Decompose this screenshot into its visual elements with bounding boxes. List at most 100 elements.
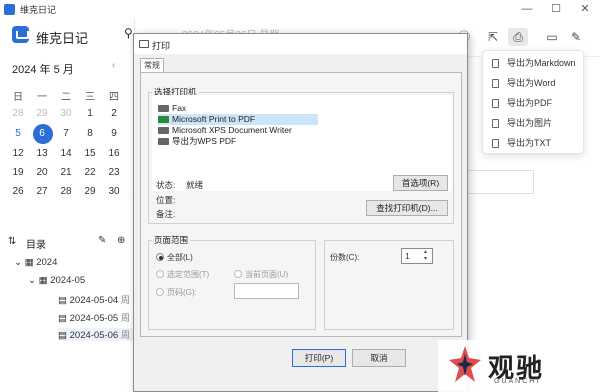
tree-file[interactable]: ▤ 2024-05-04 周 bbox=[58, 293, 130, 306]
cancel-button[interactable]: 取消 bbox=[352, 349, 406, 367]
copies-spinner-icon[interactable]: ▴ ▾ bbox=[424, 249, 427, 263]
printer-default-icon bbox=[158, 116, 169, 123]
calendar-icon: ▦ bbox=[38, 275, 48, 286]
file-icon: ▤ bbox=[58, 313, 67, 324]
calendar-day[interactable]: 28 bbox=[54, 184, 78, 200]
range-all-radio[interactable] bbox=[156, 253, 164, 261]
print-dialog: 打印 常规 选择打印机 Fax Microsoft Print to PDF M… bbox=[133, 33, 468, 392]
document-icon bbox=[492, 59, 499, 68]
calendar-day[interactable]: 30 bbox=[54, 106, 78, 122]
calendar-day[interactable]: 27 bbox=[30, 184, 54, 200]
document-icon bbox=[492, 139, 499, 148]
content-table-fragment bbox=[468, 170, 534, 194]
printer-icon bbox=[158, 138, 169, 145]
dialog-title-bar bbox=[134, 34, 467, 54]
calendar-day[interactable]: 21 bbox=[54, 165, 78, 181]
copies-input[interactable]: 1 bbox=[401, 248, 433, 264]
watermark-logo bbox=[449, 346, 481, 382]
location-label: 位置: bbox=[156, 195, 176, 205]
fax-icon bbox=[158, 105, 169, 112]
close-button[interactable]: ✕ bbox=[578, 2, 592, 16]
calendar-day[interactable]: 16 bbox=[102, 146, 126, 162]
calendar-day[interactable]: 29 bbox=[78, 184, 102, 200]
calendar-day[interactable]: 15 bbox=[78, 146, 102, 162]
printer-item-fax[interactable]: Fax bbox=[158, 103, 318, 114]
preferences-button[interactable]: 首选项(R) bbox=[393, 175, 448, 191]
export-word-item[interactable]: 导出为Word bbox=[483, 73, 583, 93]
search-icon[interactable]: ⚲ bbox=[124, 26, 133, 40]
maximize-button[interactable]: ☐ bbox=[549, 2, 563, 16]
app-logo-icon bbox=[12, 26, 29, 43]
file-icon: ▤ bbox=[58, 330, 67, 341]
page-range-label: 页面范围 bbox=[152, 234, 191, 246]
tree-month[interactable]: ⌄ ▦ 2024-05 bbox=[28, 275, 85, 286]
calendar-day[interactable]: 13 bbox=[30, 146, 54, 162]
calendar-day[interactable]: 14 bbox=[54, 146, 78, 162]
range-current-radio[interactable] bbox=[234, 270, 242, 278]
calendar-day[interactable]: 8 bbox=[78, 126, 102, 142]
print-button[interactable]: 打印(P) bbox=[292, 349, 346, 367]
export-image-item[interactable]: 导出为图片 bbox=[483, 113, 583, 133]
calendar-day[interactable]: 6 bbox=[30, 126, 54, 142]
printer-item-pdf[interactable]: Microsoft Print to PDF bbox=[158, 114, 318, 125]
weekday-label: 一 bbox=[37, 92, 47, 103]
export-txt-item[interactable]: 导出为TXT bbox=[483, 133, 583, 153]
pages-input[interactable] bbox=[234, 283, 299, 299]
edit-icon[interactable]: ✎ bbox=[98, 235, 106, 246]
range-all-label: 全部(L) bbox=[167, 253, 193, 262]
calendar-day[interactable]: 26 bbox=[6, 184, 30, 200]
book-icon[interactable]: ▭ bbox=[542, 28, 562, 46]
calendar-day[interactable]: 12 bbox=[6, 146, 30, 162]
status-label: 状态: bbox=[156, 180, 176, 190]
tree-file[interactable]: ▤ 2024-05-05 周 bbox=[58, 311, 130, 324]
document-icon bbox=[492, 99, 499, 108]
locate-icon[interactable]: ⊕ bbox=[117, 235, 125, 246]
calendar-day[interactable]: 2 bbox=[102, 106, 126, 122]
tree-toggle-icon[interactable]: ⇅ bbox=[8, 236, 16, 247]
calendar-day[interactable]: 22 bbox=[78, 165, 102, 181]
range-pages-radio[interactable] bbox=[156, 288, 164, 296]
find-printer-button[interactable]: 查找打印机(D)... bbox=[366, 200, 448, 216]
calendar-day[interactable]: 19 bbox=[6, 165, 30, 181]
calendar-day[interactable]: 29 bbox=[30, 106, 54, 122]
chevron-down-icon: ⌄ bbox=[28, 275, 36, 286]
status-value: 就绪 bbox=[186, 180, 204, 190]
calendar-day[interactable]: 30 bbox=[102, 184, 126, 200]
pen-icon[interactable]: ✎ bbox=[566, 28, 586, 46]
printer-item-xps[interactable]: Microsoft XPS Document Writer bbox=[158, 125, 328, 136]
calendar-month-label: 2024 年 5 月 bbox=[12, 64, 74, 76]
chevron-down-icon: ⌄ bbox=[14, 257, 22, 268]
export-markdown-item[interactable]: 导出为Markdown bbox=[483, 53, 583, 73]
document-icon bbox=[492, 119, 499, 128]
calendar-day[interactable]: 1 bbox=[78, 106, 102, 122]
range-selection-label: 选定范围(T) bbox=[167, 270, 210, 279]
calendar-day[interactable]: 5 bbox=[6, 126, 30, 142]
dialog-title: 打印 bbox=[152, 41, 171, 51]
printer-icon bbox=[158, 127, 169, 134]
tree-file-selected[interactable]: ▤ 2024-05-06 周 bbox=[58, 328, 134, 341]
calendar-day[interactable]: 28 bbox=[6, 106, 30, 122]
title-bar bbox=[0, 0, 600, 18]
calendar-day[interactable]: 20 bbox=[30, 165, 54, 181]
app-name: 维克日记 bbox=[36, 31, 89, 46]
print-icon[interactable]: ⎙ bbox=[508, 28, 528, 46]
window-title: 维克日记 bbox=[20, 5, 57, 15]
share-icon[interactable]: ⇱ bbox=[483, 28, 503, 46]
prev-month-icon[interactable]: ‹ bbox=[112, 60, 115, 71]
printer-icon bbox=[139, 40, 149, 48]
printer-item-wps[interactable]: 导出为WPS PDF bbox=[158, 136, 318, 147]
copies-label: 份数(C): bbox=[330, 253, 360, 262]
export-menu: 导出为Markdown 导出为Word 导出为PDF 导出为图片 导出为TXT bbox=[482, 50, 584, 154]
calendar-day[interactable]: 23 bbox=[102, 165, 126, 181]
tree-year[interactable]: ⌄ ▦ 2024 bbox=[14, 257, 57, 268]
calendar-day[interactable]: 7 bbox=[54, 126, 78, 142]
range-selection-radio[interactable] bbox=[156, 270, 164, 278]
weekday-label: 二 bbox=[61, 92, 71, 103]
weekday-label: 日 bbox=[13, 92, 23, 103]
tab-general[interactable]: 常规 bbox=[140, 58, 164, 73]
calendar-day[interactable]: 9 bbox=[102, 126, 126, 142]
document-icon bbox=[492, 79, 499, 88]
comment-label: 备注: bbox=[156, 209, 176, 219]
minimize-button[interactable]: — bbox=[520, 2, 534, 16]
export-pdf-item[interactable]: 导出为PDF bbox=[483, 93, 583, 113]
